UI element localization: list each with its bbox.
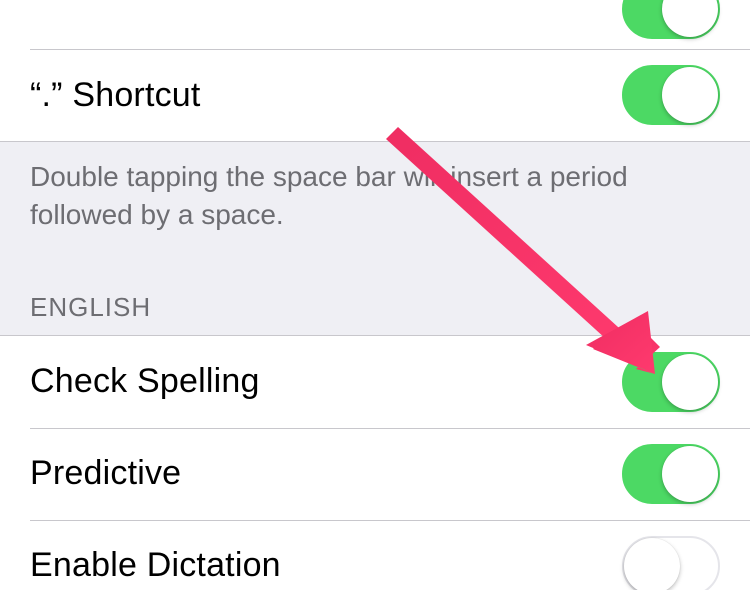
toggle-period-shortcut[interactable] bbox=[622, 65, 720, 125]
row-period-shortcut: “.” Shortcut bbox=[0, 49, 750, 141]
row-check-spelling: Check Spelling bbox=[0, 336, 750, 428]
label-check-spelling: Check Spelling bbox=[30, 362, 260, 401]
toggle-check-spelling[interactable] bbox=[622, 352, 720, 412]
settings-group-general: Character Preview “.” Shortcut bbox=[0, 0, 750, 142]
toggle-knob bbox=[662, 67, 718, 123]
label-predictive: Predictive bbox=[30, 454, 181, 493]
row-enable-dictation: Enable Dictation bbox=[0, 520, 750, 590]
toggle-knob bbox=[662, 354, 718, 410]
toggle-knob bbox=[662, 446, 718, 502]
toggle-enable-dictation[interactable] bbox=[622, 536, 720, 590]
row-predictive: Predictive bbox=[0, 428, 750, 520]
label-period-shortcut: “.” Shortcut bbox=[30, 76, 201, 115]
label-enable-dictation: Enable Dictation bbox=[30, 546, 281, 585]
toggle-character-preview[interactable] bbox=[622, 0, 720, 39]
toggle-knob bbox=[624, 538, 680, 590]
row-character-preview: Character Preview bbox=[0, 0, 750, 49]
footer-period-shortcut: Double tapping the space bar will insert… bbox=[0, 142, 750, 256]
settings-group-english: Check Spelling Predictive Enable Dictati… bbox=[0, 335, 750, 590]
section-header-english: ENGLISH bbox=[0, 256, 750, 335]
toggle-predictive[interactable] bbox=[622, 444, 720, 504]
